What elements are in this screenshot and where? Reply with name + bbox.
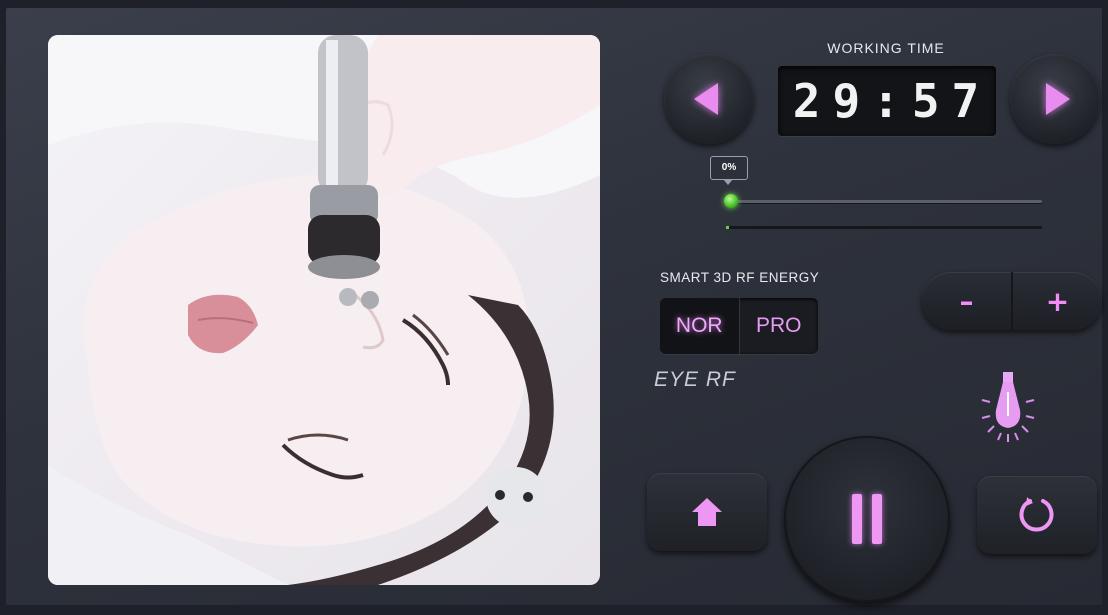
mode-pro-button[interactable]: PRO xyxy=(738,298,819,354)
prev-button[interactable] xyxy=(664,54,754,144)
next-button[interactable] xyxy=(1010,54,1100,144)
intensity-badge: 0% xyxy=(710,156,748,185)
intensity-slider-handle[interactable] xyxy=(724,194,738,208)
working-time-label: WORKING TIME xyxy=(827,40,945,56)
right-triangle-icon xyxy=(1046,83,1070,115)
energy-section-label: SMART 3D RF ENERGY xyxy=(660,270,820,285)
secondary-level-bar xyxy=(726,226,1042,229)
minus-button[interactable]: – xyxy=(922,272,1011,330)
mode-nor-button[interactable]: NOR xyxy=(660,298,739,354)
reset-button[interactable] xyxy=(977,476,1097,554)
device-screen: WORKING TIME 29:57 0% SMART 3D RF ENERGY… xyxy=(6,8,1102,605)
timer-display: 29:57 xyxy=(778,66,996,136)
reset-icon xyxy=(1019,497,1054,532)
pause-icon xyxy=(847,494,887,544)
program-name: EYE RF xyxy=(654,368,736,391)
treatment-photo xyxy=(48,35,600,585)
secondary-level-indicator xyxy=(726,226,729,229)
home-icon xyxy=(692,498,722,526)
intensity-slider[interactable] xyxy=(728,200,1042,203)
left-triangle-icon xyxy=(694,83,718,115)
pause-button[interactable] xyxy=(784,436,950,602)
light-bulb-icon[interactable] xyxy=(974,370,1042,452)
home-button[interactable] xyxy=(647,473,767,551)
adjust-stepper: – + xyxy=(922,272,1102,330)
energy-mode-toggle: NOR PRO xyxy=(660,298,818,354)
plus-button[interactable]: + xyxy=(1011,272,1102,330)
